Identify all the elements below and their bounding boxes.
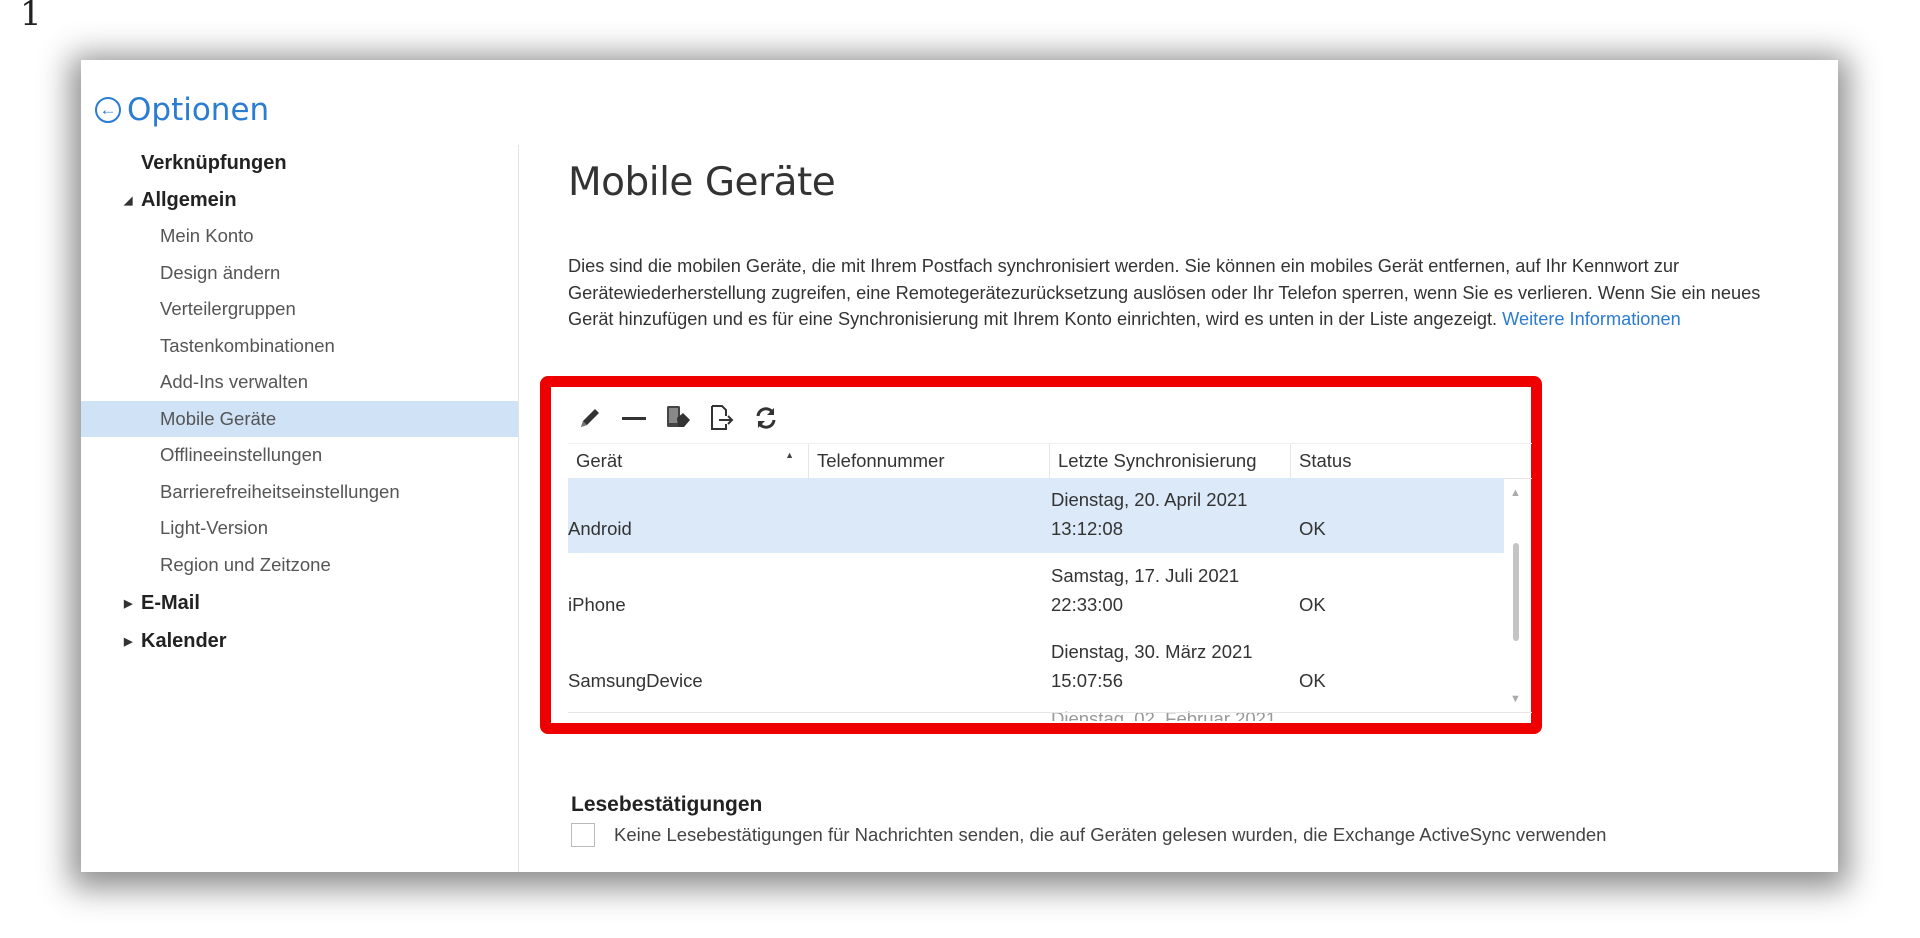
caret-collapsed-icon: ▶: [124, 597, 133, 610]
page-title: Mobile Geräte: [568, 160, 836, 205]
table-row[interactable]: Android Dienstag, 20. April 2021 13:12:0…: [568, 478, 1504, 553]
sidebar-item-region-zeitzone[interactable]: Region und Zeitzone: [81, 547, 518, 583]
refresh-icon: [756, 407, 776, 429]
sidebar-item-add-ins[interactable]: Add-Ins verwalten: [81, 364, 518, 400]
caret-collapsed-icon: ▶: [124, 635, 133, 648]
read-receipts-option: Keine Lesebestätigungen für Nachrichten …: [571, 823, 1606, 847]
column-label: Letzte Synchronisierung: [1058, 450, 1257, 471]
read-receipts-label: Keine Lesebestätigungen für Nachrichten …: [614, 824, 1607, 845]
sidebar-item-label: Offlineeinstellungen: [160, 444, 323, 465]
sidebar-item-label: Verknüpfungen: [141, 151, 287, 174]
sidebar-item-label: Tastenkombinationen: [160, 335, 335, 356]
cell-sync-date: Dienstag, 30. März 2021: [1051, 641, 1253, 662]
column-header-geraet[interactable]: Gerät ▲: [568, 444, 809, 478]
sidebar-item-barrierefreiheit[interactable]: Barrierefreiheitseinstellungen: [81, 474, 518, 510]
column-header-telefonnummer[interactable]: Telefonnummer: [809, 444, 1050, 478]
table-row[interactable]: iPhone Samstag, 17. Juli 2021 22:33:00 O…: [568, 554, 1504, 629]
sidebar-item-mobile-geraete[interactable]: Mobile Geräte: [81, 401, 518, 437]
pencil-icon: [581, 409, 599, 427]
table-bottom-border: [568, 712, 1532, 713]
device-wipe-icon: [667, 406, 690, 427]
sidebar-item-label: Design ändern: [160, 262, 281, 283]
refresh-button[interactable]: [744, 400, 788, 436]
sidebar-item-label: E-Mail: [141, 591, 200, 614]
sidebar-item-kalender[interactable]: ▶ Kalender: [81, 623, 518, 659]
sidebar-item-email[interactable]: ▶ E-Mail: [81, 585, 518, 621]
devices-table: Gerät ▲ Telefonnummer Letzte Synchronisi…: [568, 443, 1532, 721]
sidebar-item-label: Barrierefreiheitseinstellungen: [160, 481, 400, 502]
sidebar-item-light-version[interactable]: Light-Version: [81, 510, 518, 546]
partial-row-text: Dienstag, 02. Februar 2021: [1051, 708, 1277, 721]
read-receipts-checkbox[interactable]: [571, 823, 595, 847]
cell-sync-date: Samstag, 17. Juli 2021: [1051, 565, 1240, 586]
sidebar-item-tastenkombinationen[interactable]: Tastenkombinationen: [81, 328, 518, 364]
cell-status: OK: [1299, 594, 1326, 615]
sidebar-item-label: Region und Zeitzone: [160, 554, 331, 575]
arrow-left-circle-icon: ←: [95, 97, 121, 123]
options-title: Optionen: [127, 92, 270, 128]
remove-button[interactable]: [612, 400, 656, 436]
sidebar-item-label: Mein Konto: [160, 225, 254, 246]
sidebar-item-verknuepfungen[interactable]: Verknüpfungen: [81, 145, 518, 181]
sidebar-item-label: Allgemein: [141, 188, 237, 211]
device-toolbar: [568, 400, 788, 436]
sidebar-item-label: Kalender: [141, 629, 227, 652]
options-window: ← Optionen Verknüpfungen ◢ Allgemein Mei…: [81, 60, 1838, 872]
column-label: Telefonnummer: [817, 450, 945, 471]
cell-sync-time: 22:33:00: [1051, 594, 1124, 615]
export-button[interactable]: [700, 400, 744, 436]
more-info-link[interactable]: Weitere Informationen: [1502, 309, 1681, 329]
scrollbar-thumb[interactable]: [1513, 543, 1519, 641]
table-row[interactable]: SamsungDevice Dienstag, 30. März 2021 15…: [568, 630, 1504, 705]
sidebar-item-label: Verteilergruppen: [160, 298, 296, 319]
sidebar-item-allgemein[interactable]: ◢ Allgemein: [81, 182, 518, 218]
caret-expanded-icon: ◢: [124, 194, 133, 207]
cell-device: iPhone: [568, 594, 626, 615]
cell-status: OK: [1299, 670, 1326, 691]
cell-sync-date: Dienstag, 20. April 2021: [1051, 489, 1248, 510]
sidebar-item-label: Mobile Geräte: [160, 408, 277, 429]
wipe-device-button[interactable]: [656, 400, 700, 436]
edit-button[interactable]: [568, 400, 612, 436]
cell-device: Android: [568, 518, 632, 539]
sidebar-item-mein-konto[interactable]: Mein Konto: [81, 218, 518, 254]
cell-status: OK: [1299, 518, 1326, 539]
column-label: Gerät: [576, 450, 623, 471]
cell-sync-time: 15:07:56: [1051, 670, 1124, 691]
scroll-up-icon[interactable]: ▲: [1510, 487, 1521, 499]
sidebar-item-offlineeinstellungen[interactable]: Offlineeinstellungen: [81, 437, 518, 473]
cell-device: SamsungDevice: [568, 670, 703, 691]
column-header-status[interactable]: Status: [1291, 444, 1532, 478]
export-icon: [711, 405, 734, 430]
options-sidebar: Verknüpfungen ◢ Allgemein Mein Konto Des…: [81, 145, 519, 872]
column-header-letzte-sync[interactable]: Letzte Synchronisierung: [1050, 444, 1291, 478]
sidebar-item-label: Add-Ins verwalten: [160, 371, 309, 392]
page-description: Dies sind die mobilen Geräte, die mit Ih…: [568, 253, 1783, 333]
sidebar-item-label: Light-Version: [160, 517, 268, 538]
table-header: Gerät ▲ Telefonnummer Letzte Synchronisi…: [568, 443, 1532, 479]
cell-sync-time: 13:12:08: [1051, 518, 1124, 539]
sidebar-item-verteilergruppen[interactable]: Verteilergruppen: [81, 291, 518, 327]
minus-icon: [622, 417, 646, 420]
corner-number: 1: [20, 0, 42, 34]
column-label: Status: [1299, 450, 1352, 471]
sort-ascending-icon: ▲: [785, 450, 794, 460]
scroll-down-icon[interactable]: ▼: [1510, 693, 1521, 705]
read-receipts-title: Lesebestätigungen: [571, 793, 763, 816]
back-to-options-button[interactable]: ← Optionen: [95, 92, 269, 128]
sidebar-item-design-aendern[interactable]: Design ändern: [81, 255, 518, 291]
